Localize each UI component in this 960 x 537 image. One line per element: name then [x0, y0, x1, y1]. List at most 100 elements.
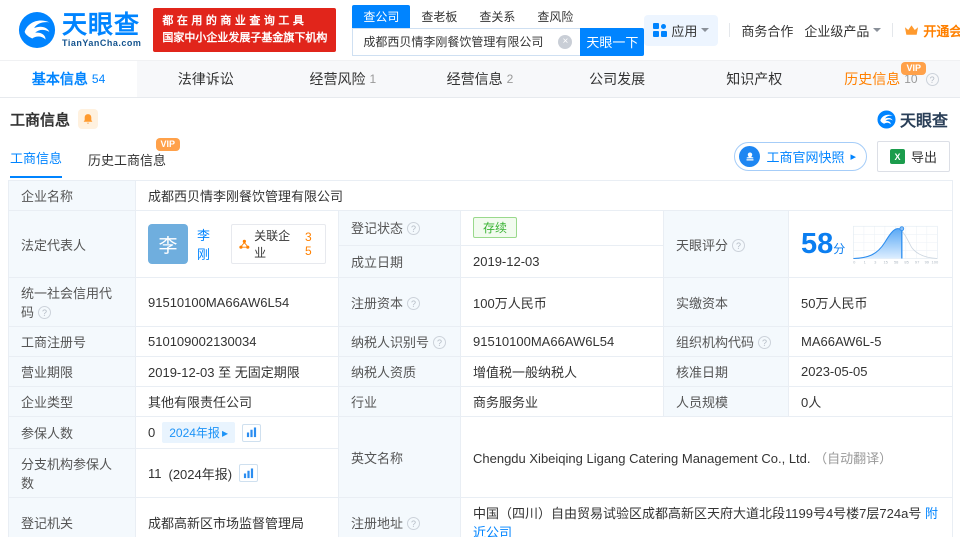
- search-tab-boss[interactable]: 查老板: [410, 5, 468, 28]
- related-companies-text: 关联企业: [254, 227, 301, 261]
- export-button[interactable]: X 导出: [877, 141, 950, 172]
- subtab-history-business-info[interactable]: VIP 历史工商信息: [88, 150, 166, 178]
- tab-count: 2: [507, 72, 514, 86]
- branch-insured-label: 分支机构参保人数: [9, 449, 136, 498]
- insured-value: 0 2024年报▸: [136, 417, 339, 449]
- industry-value: 商务服务业: [461, 387, 664, 417]
- paid-capital-value: 50万人民币: [789, 278, 953, 327]
- question-icon[interactable]: ?: [407, 222, 420, 235]
- company-type-value: 其他有限责任公司: [136, 387, 339, 417]
- tab-legal-litigation[interactable]: 法律诉讼: [137, 61, 274, 97]
- reg-authority-label: 登记机关: [9, 498, 136, 537]
- chevron-down-icon: [701, 28, 709, 36]
- tab-label: 知识产权: [726, 69, 782, 89]
- svg-text:15: 15: [884, 259, 889, 264]
- svg-text:85: 85: [905, 259, 910, 264]
- related-companies-count: 35: [305, 230, 318, 258]
- clear-search-icon[interactable]: ×: [558, 35, 572, 49]
- tab-label: 基本信息: [32, 69, 88, 89]
- tianyancha-logo[interactable]: 天眼查 TianYanCha.com: [18, 11, 141, 49]
- tab-operation-info[interactable]: 经营信息 2: [411, 61, 548, 97]
- monitor-bell-button[interactable]: [78, 109, 98, 129]
- banner-line2: 国家中小企业发展子基金旗下机构: [162, 30, 327, 47]
- taxpayer-id-value: 91510100MA66AW6L54: [461, 327, 664, 357]
- subtab-label: 历史工商信息: [88, 153, 166, 168]
- taxpayer-quality-value: 增值税一般纳税人: [461, 357, 664, 387]
- nav-cooperation[interactable]: 商务合作: [741, 21, 793, 40]
- annual-report-link[interactable]: 2024年报▸: [162, 422, 235, 443]
- search-tab-relation[interactable]: 查关系: [468, 5, 526, 28]
- action-buttons: 工商官网快照 ▸ X 导出: [734, 141, 950, 178]
- address-label: 注册地址?: [339, 498, 461, 537]
- subtab-business-info[interactable]: 工商信息: [10, 148, 62, 178]
- nav-open-vip[interactable]: 开通会员: [904, 21, 960, 40]
- staff-size-value: 0人: [789, 387, 953, 417]
- question-icon[interactable]: ?: [407, 517, 420, 530]
- insured-trend-chart-button[interactable]: [242, 424, 261, 442]
- search-input[interactable]: [352, 28, 580, 56]
- search-tab-company[interactable]: 查公司: [352, 5, 410, 28]
- avatar[interactable]: 李: [148, 224, 188, 264]
- taxpayer-quality-label: 纳税人资质: [339, 357, 461, 387]
- arrow-right-icon: ▸: [222, 426, 228, 440]
- tab-label: 公司发展: [589, 69, 645, 89]
- tab-basic-info[interactable]: 基本信息 54: [0, 61, 137, 97]
- table-row: 参保人数 0 2024年报▸ 英文名称 Chengdu Xibeiqing Li…: [9, 417, 953, 449]
- search-button[interactable]: 天眼一下: [580, 28, 644, 56]
- official-snapshot-button[interactable]: 工商官网快照 ▸: [734, 142, 867, 171]
- question-icon[interactable]: ?: [407, 297, 420, 310]
- vip-badge: VIP: [156, 138, 181, 151]
- question-icon[interactable]: ?: [926, 73, 939, 86]
- legal-rep-value: 李 李刚 关联企业 35: [136, 211, 339, 278]
- nav-apps[interactable]: 应用: [644, 15, 718, 46]
- reg-number-label: 工商注册号: [9, 327, 136, 357]
- paid-capital-label: 实缴资本: [664, 278, 789, 327]
- english-name-value: Chengdu Xibeiqing Ligang Catering Manage…: [461, 417, 953, 498]
- relation-graph-icon: [239, 239, 250, 250]
- table-row: 企业类型 其他有限责任公司 行业 商务服务业 人员规模 0人: [9, 387, 953, 417]
- section-title: 工商信息: [10, 109, 70, 130]
- question-icon[interactable]: ?: [433, 336, 446, 349]
- search-tab-risk[interactable]: 查风险: [526, 5, 584, 28]
- reg-status-value: 存续: [461, 211, 664, 246]
- question-icon[interactable]: ?: [732, 239, 745, 252]
- business-term-label: 营业期限: [9, 357, 136, 387]
- tab-history-info[interactable]: VIP 历史信息 10 ?: [823, 61, 960, 97]
- score-label: 天眼评分?: [664, 211, 789, 278]
- logo-title: 天眼查: [62, 13, 141, 38]
- svg-text:0: 0: [853, 259, 856, 264]
- branch-insured-value: 11 (2024年报): [136, 449, 339, 498]
- tab-company-development[interactable]: 公司发展: [549, 61, 686, 97]
- reg-authority-value: 成都高新区市场监督管理局: [136, 498, 339, 537]
- nav-enterprise[interactable]: 企业级产品: [804, 21, 881, 40]
- stamp-icon: [739, 146, 760, 167]
- chevron-down-icon: [873, 28, 881, 36]
- question-icon[interactable]: ?: [38, 306, 51, 319]
- score-distribution-chart[interactable]: 0 1 3 15 58 85 97 99 100: [851, 218, 940, 270]
- tab-intellectual-property[interactable]: 知识产权: [686, 61, 823, 97]
- snapshot-button-label: 工商官网快照: [766, 147, 844, 166]
- table-row: 企业名称 成都西贝情李刚餐饮管理有限公司: [9, 181, 953, 211]
- branch-insured-trend-chart-button[interactable]: [239, 464, 258, 482]
- main-tabstrip: 基本信息 54 法律诉讼 经营风险 1 经营信息 2 公司发展 知识产权 VIP…: [0, 60, 960, 98]
- auto-translate-note: （自动翻译）: [814, 451, 892, 466]
- svg-text:99: 99: [925, 259, 930, 264]
- watermark-text: 天眼查: [900, 107, 948, 131]
- status-badge: 存续: [473, 217, 517, 238]
- svg-text:58: 58: [894, 259, 899, 264]
- crown-icon: [904, 24, 919, 37]
- taxpayer-id-label: 纳税人识别号?: [339, 327, 461, 357]
- insured-label: 参保人数: [9, 417, 136, 449]
- tab-count: 54: [92, 72, 105, 86]
- table-row: 登记机关 成都高新区市场监督管理局 注册地址? 中国（四川）自由贸易试验区成都高…: [9, 498, 953, 537]
- nav-apps-label: 应用: [671, 21, 697, 40]
- legal-rep-link[interactable]: 李刚: [197, 225, 222, 263]
- nav-enterprise-label: 企业级产品: [804, 21, 869, 40]
- company-type-label: 企业类型: [9, 387, 136, 417]
- export-button-label: 导出: [911, 147, 937, 166]
- company-name-value: 成都西贝情李刚餐饮管理有限公司: [136, 181, 953, 211]
- related-companies-badge[interactable]: 关联企业 35: [231, 224, 326, 264]
- legal-rep-label: 法定代表人: [9, 211, 136, 278]
- tab-operation-risk[interactable]: 经营风险 1: [274, 61, 411, 97]
- question-icon[interactable]: ?: [758, 336, 771, 349]
